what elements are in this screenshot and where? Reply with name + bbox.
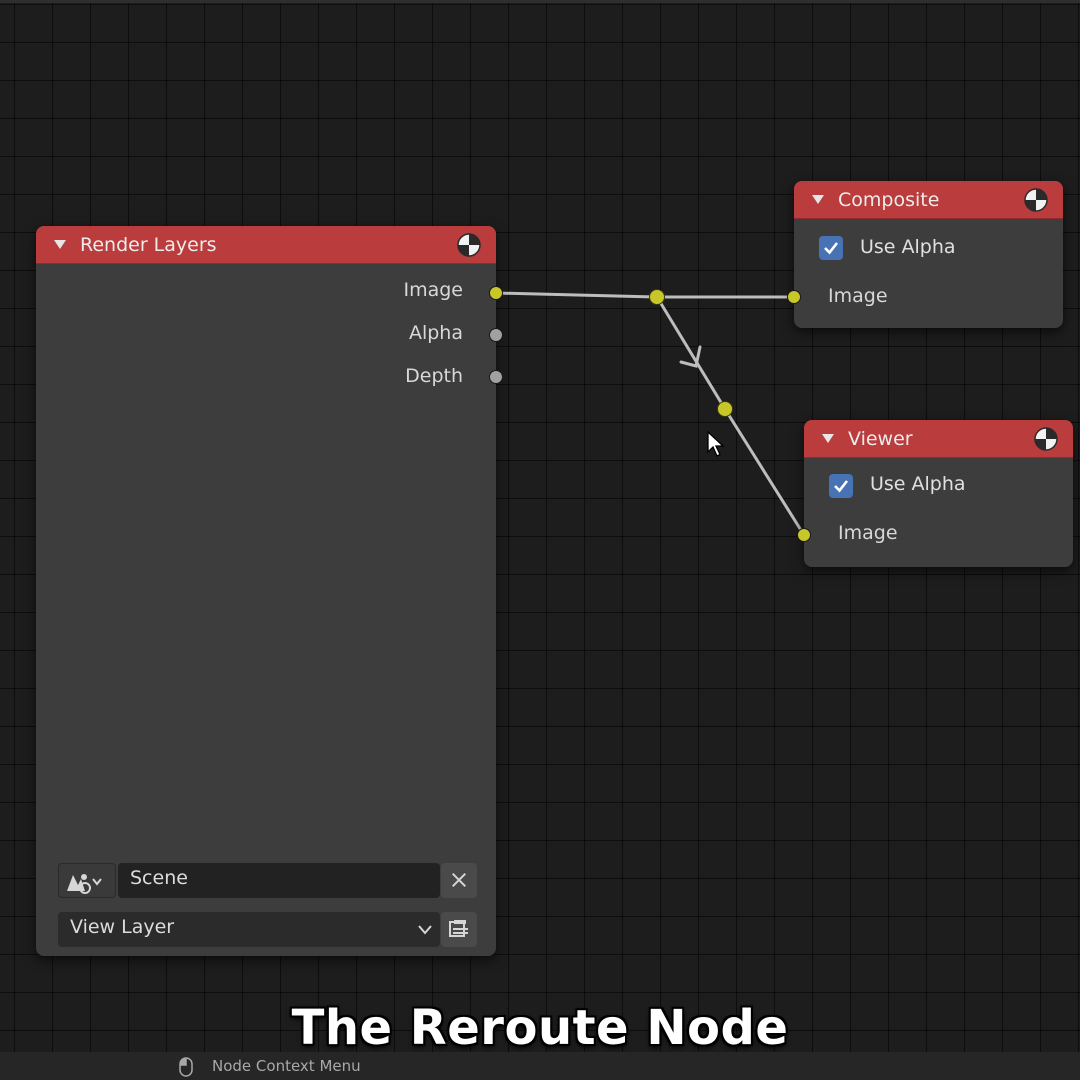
view-layer-dropdown[interactable]: View Layer [58,912,440,947]
checkmark-icon [834,480,849,493]
socket-output-image[interactable] [489,286,503,300]
render-preview-icon[interactable] [1023,187,1049,213]
link-image-to-reroute [494,291,659,299]
render-layers-header[interactable]: Render Layers [36,226,496,264]
socket-output-depth[interactable] [489,370,503,384]
composite-header[interactable]: Composite [794,181,1063,219]
close-icon [451,872,467,888]
reroute-node[interactable] [649,289,665,305]
status-bar: Node Context Menu [0,1052,1080,1080]
input-label-image: Image [828,285,888,307]
input-label-image: Image [838,522,898,544]
render-layer-button[interactable] [441,912,477,947]
viewer-header[interactable]: Viewer [804,420,1073,458]
node-title: Composite [838,188,940,211]
editor-top-border [0,0,1080,3]
socket-input-image[interactable] [787,290,801,304]
chevron-down-icon [418,925,432,935]
output-label-image: Image [403,279,463,301]
render-layers-node[interactable]: Render Layers Image Alpha Depth Scene Vi… [36,226,496,956]
use-alpha-label: Use Alpha [870,473,966,495]
mouse-cursor-icon [707,430,725,457]
socket-input-image[interactable] [797,528,811,542]
render-preview-icon[interactable] [1033,426,1059,452]
view-layer-value: View Layer [70,916,175,938]
collapse-triangle-icon[interactable] [822,434,834,443]
status-hint: Node Context Menu [212,1057,361,1075]
output-label-depth: Depth [405,365,463,387]
socket-output-alpha[interactable] [489,328,503,342]
output-label-alpha: Alpha [408,322,463,344]
checkmark-icon [824,242,839,255]
link-direction-arrow [679,345,702,368]
collapse-triangle-icon[interactable] [54,240,66,249]
composite-node[interactable]: Composite Use Alpha Image [794,181,1063,328]
node-title: Viewer [848,427,913,450]
render-film-icon [449,920,468,937]
scene-field[interactable]: Scene [118,863,440,898]
link-reroute-to-viewer [723,407,806,537]
use-alpha-checkbox[interactable] [819,236,843,260]
collapse-triangle-icon[interactable] [812,195,824,204]
video-caption: The Reroute Node [291,1000,789,1056]
use-alpha-label: Use Alpha [860,236,956,258]
render-preview-icon[interactable] [456,232,482,258]
reroute-node[interactable] [717,401,733,417]
scene-data-icon [67,874,102,894]
viewer-node[interactable]: Viewer Use Alpha Image [804,420,1073,567]
scene-value: Scene [130,867,188,889]
mouse-icon [179,1057,193,1077]
node-title: Render Layers [80,233,217,256]
scene-clear-button[interactable] [441,863,477,898]
scene-type-selector[interactable] [58,863,116,898]
use-alpha-checkbox[interactable] [829,474,853,498]
link-reroute-to-reroute [655,295,727,411]
